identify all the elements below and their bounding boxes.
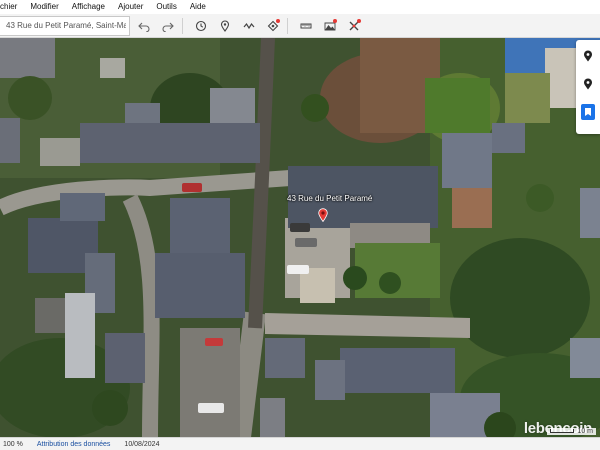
redo-button[interactable] [158,16,178,36]
search-input[interactable] [6,21,126,30]
zoom-level: 100 % [3,440,23,448]
menu-item-tools[interactable]: Outils [156,0,176,14]
add-polygon-button[interactable] [263,16,283,36]
scale-label: 10 m [577,428,593,435]
satellite-map[interactable]: 43 Rue du Petit Paramé leboncoin 10 m [0,38,600,437]
image-overlay-button[interactable] [320,16,340,36]
add-path-button[interactable] [239,16,259,36]
redo-icon [162,22,174,32]
menu-item-file[interactable]: chier [0,0,17,14]
panel-placemark-button-2[interactable] [581,76,595,92]
satellite-imagery [0,38,600,437]
bookmark-icon [585,108,591,116]
notification-dot [357,18,361,23]
imagery-date: 10/08/2024 [124,440,160,448]
map-scale: 10 m [547,428,596,435]
add-placemark-button[interactable] [215,16,235,36]
menu-item-add[interactable]: Ajouter [118,0,143,14]
panel-placemark-button[interactable] [581,48,595,64]
ruler-icon [300,23,312,28]
menu-item-edit[interactable]: Modifier [30,0,58,14]
toolbar-divider [287,17,288,34]
toolbar [0,14,600,38]
menu-item-view[interactable]: Affichage [72,0,105,14]
menu-item-help[interactable]: Aide [190,0,206,14]
history-button[interactable] [191,16,211,36]
data-attribution-link[interactable]: Attribution des données [37,441,111,448]
tour-button[interactable] [344,16,364,36]
location-pin-icon[interactable] [318,208,328,222]
notification-dot [276,18,280,23]
placemark-icon [220,19,230,32]
history-icon [195,20,207,31]
menu-bar: chier Modifier Affichage Ajouter Outils … [0,0,600,14]
undo-button[interactable] [134,16,154,36]
ruler-button[interactable] [296,16,316,36]
notification-dot [333,18,337,23]
address-label: 43 Rue du Petit Paramé [287,194,373,203]
scale-bar [550,429,575,434]
search-box [0,15,130,36]
toolbar-divider [182,17,183,34]
panel-bookmark-button[interactable] [581,104,595,120]
placemark-icon [584,50,592,62]
placemark-icon [584,78,592,90]
side-panel [576,40,600,134]
undo-icon [138,22,150,32]
path-icon [243,22,255,29]
status-bar: 100 % Attribution des données 10/08/2024 [0,437,600,450]
